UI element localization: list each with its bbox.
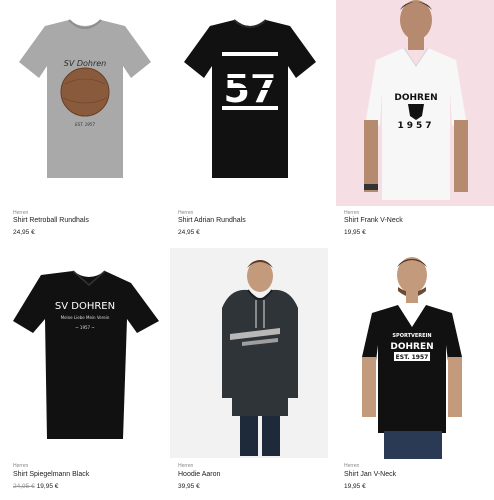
product-price: 39,95 €	[178, 483, 200, 490]
product-price: 24,95 €	[13, 229, 35, 236]
product-card[interactable]: DOHREN 1957 Herren Shirt Frank V-Neck 19…	[336, 0, 494, 245]
product-image-retroball-shirt[interactable]: SV Dohren EST. 1957	[5, 0, 165, 206]
print-text: SV Dohren	[64, 59, 107, 68]
product-category: Herren	[178, 210, 194, 216]
product-image-aaron-hoodie[interactable]	[170, 248, 328, 458]
old-price: 24,95 €	[13, 483, 35, 490]
product-price: 19,95 €	[36, 483, 59, 490]
print-sub: Meine Liebe Mein Verein	[61, 315, 110, 320]
product-card[interactable]: SV DOHREN Meine Liebe Mein Verein ~ 1957…	[5, 253, 165, 498]
product-name[interactable]: Shirt Frank V-Neck	[344, 217, 403, 224]
product-name[interactable]: Hoodie Aaron	[178, 471, 220, 478]
print-text: DOHREN	[394, 93, 437, 103]
product-image-adrian-shirt[interactable]: 57	[170, 0, 330, 206]
product-card[interactable]: SPORTVEREIN DOHREN EST. 1957 Herren Shir…	[336, 253, 494, 498]
product-card[interactable]: Herren Hoodie Aaron 39,95 €	[170, 248, 330, 498]
product-card[interactable]: SV Dohren EST. 1957 Herren Shirt Retroba…	[5, 0, 165, 245]
print-text: SV DOHREN	[55, 301, 115, 312]
product-name[interactable]: Shirt Spiegelmann Black	[13, 471, 89, 478]
product-price: 19,95 €	[344, 483, 366, 490]
product-name[interactable]: Shirt Adrian Rundhals	[178, 217, 246, 224]
product-image-frank-shirt[interactable]: DOHREN 1957	[336, 0, 494, 206]
product-price: 19,95 €	[344, 229, 366, 236]
product-category: Herren	[344, 463, 360, 469]
product-name[interactable]: Shirt Jan V-Neck	[344, 471, 396, 478]
product-category: Herren	[178, 463, 194, 469]
print-sub: DOHREN	[390, 342, 433, 352]
product-category: Herren	[13, 210, 29, 216]
print-text: SPORTVEREIN	[392, 333, 431, 339]
product-category: Herren	[344, 210, 360, 216]
print-year: EST. 1957	[396, 354, 429, 361]
product-image-spiegelmann-shirt[interactable]: SV DOHREN Meine Liebe Mein Verein ~ 1957…	[5, 253, 165, 459]
print-sub: 1957	[397, 121, 434, 131]
print-year: ~ 1957 ~	[75, 325, 94, 330]
product-name[interactable]: Shirt Retroball Rundhals	[13, 217, 89, 224]
product-price: 24,95 €	[178, 229, 200, 236]
print-sub: EST. 1957	[75, 122, 95, 127]
product-card[interactable]: 57 Herren Shirt Adrian Rundhals 24,95 €	[170, 0, 330, 245]
product-image-jan-shirt[interactable]: SPORTVEREIN DOHREN EST. 1957	[336, 253, 494, 459]
product-category: Herren	[13, 463, 29, 469]
product-price-block: 24,95 €19,95 €	[13, 483, 58, 490]
